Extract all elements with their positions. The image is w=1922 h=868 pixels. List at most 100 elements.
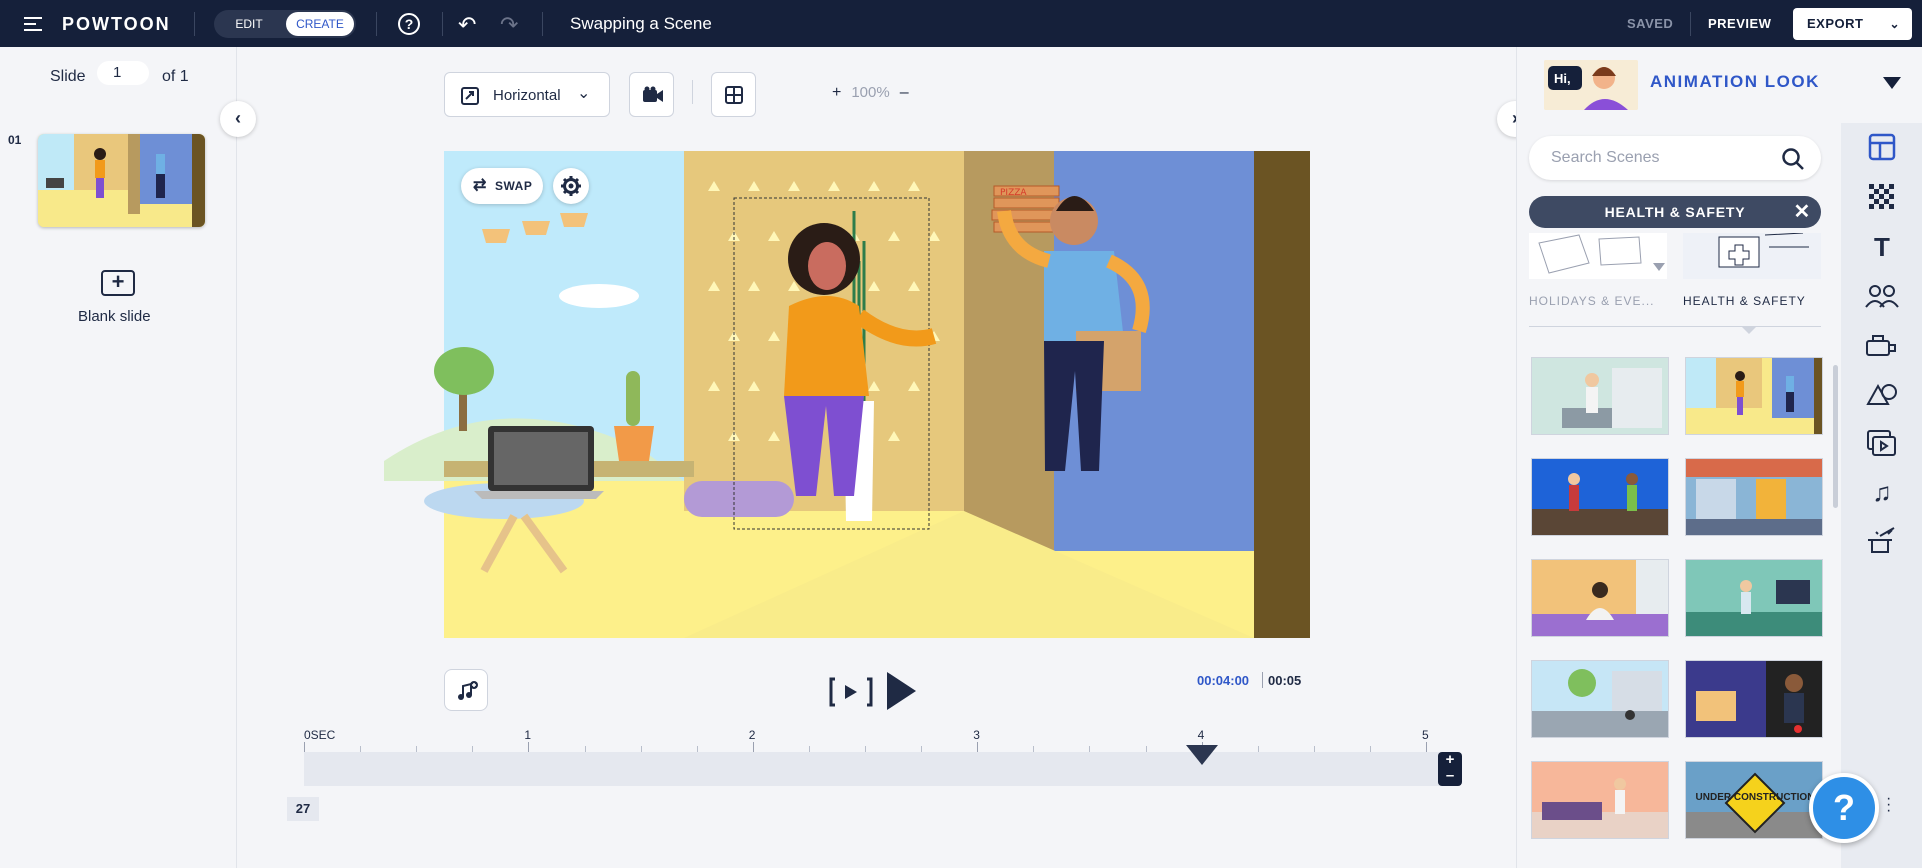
export-label: EXPORT	[1807, 16, 1864, 31]
scene-thumbnail[interactable]	[1685, 458, 1823, 536]
timeline-zoom-in-icon[interactable]: +	[1438, 752, 1462, 768]
animation-look-label[interactable]: ANIMATION LOOK	[1650, 72, 1820, 92]
scene-thumbnail-selected[interactable]	[1685, 357, 1823, 435]
scene-thumbnail[interactable]	[1531, 559, 1669, 637]
current-time: 00:04:00	[1197, 673, 1250, 688]
timeline-tick-label: 4	[1197, 728, 1205, 742]
edit-mode-button[interactable]: EDIT	[214, 10, 284, 38]
timeline-major-tick	[752, 742, 754, 752]
scene-thumbnail[interactable]	[1531, 357, 1669, 435]
scene-thumbnail[interactable]	[1531, 458, 1669, 536]
music-add-icon	[458, 681, 478, 700]
total-time: 00:05	[1268, 673, 1302, 688]
zoom-control: +100% –	[832, 84, 909, 102]
search-icon[interactable]	[1781, 147, 1805, 171]
timeline-zoom-control[interactable]: + –	[1438, 752, 1462, 786]
category-holidays-label[interactable]: HOLIDAYS & EVE...	[1529, 294, 1654, 308]
background-pattern-icon[interactable]	[1863, 179, 1901, 215]
add-music-button[interactable]	[444, 669, 488, 711]
text-icon[interactable]: T	[1863, 229, 1901, 265]
divider	[376, 12, 377, 36]
grid-icon	[725, 86, 743, 104]
shapes-icon[interactable]	[1863, 376, 1901, 412]
scene-thumbnail-image	[1686, 358, 1822, 434]
scene-thumbnail-image	[1532, 661, 1668, 737]
close-icon[interactable]: ✕	[1793, 196, 1811, 228]
orientation-icon	[461, 87, 479, 105]
scene-illustration: PIZZA	[384, 151, 1310, 638]
media-icon[interactable]	[1863, 425, 1901, 461]
category-health-safety-label[interactable]: HEALTH & SAFETY	[1683, 294, 1806, 308]
search-input[interactable]	[1551, 146, 1771, 170]
play-icon[interactable]	[884, 670, 918, 712]
playhead[interactable]	[1185, 745, 1218, 765]
divider	[1690, 12, 1691, 36]
magic-hat-icon[interactable]	[1863, 523, 1901, 559]
slides-panel: Slide 1 of 1 01 + Blank slide	[0, 47, 237, 868]
collapse-left-panel-button[interactable]: ‹	[220, 101, 256, 137]
timeline-tick-label: 1	[524, 728, 532, 742]
undo-icon[interactable]: ↶	[458, 12, 476, 38]
scene-thumbnail[interactable]: UNDER CONSTRUCTION	[1685, 761, 1823, 839]
scene-search[interactable]	[1529, 136, 1821, 180]
help-icon[interactable]: ?	[398, 13, 420, 35]
orientation-dropdown[interactable]: Horizontal ⌄	[444, 72, 610, 117]
divider	[1262, 672, 1263, 688]
timeline-track[interactable]	[304, 752, 1440, 786]
add-blank-slide-icon[interactable]: +	[101, 270, 135, 296]
scene-canvas[interactable]: PIZZA	[384, 151, 1310, 638]
animation-look-thumbnail[interactable]: Hi,	[1544, 60, 1638, 110]
slide-thumbnail[interactable]	[38, 134, 205, 227]
camera-button[interactable]	[629, 72, 674, 117]
gear-icon	[561, 176, 581, 196]
play-scene-icon[interactable]	[829, 675, 873, 709]
scene-thumbnail[interactable]	[1685, 559, 1823, 637]
timeline-tick-label: 3	[973, 728, 980, 742]
slide-index: 01	[8, 133, 22, 147]
preview-button[interactable]: PREVIEW	[1708, 16, 1771, 31]
create-mode-button[interactable]: CREATE	[286, 12, 354, 36]
swap-scene-button[interactable]: ⇄ SWAP	[461, 168, 543, 204]
document-title[interactable]: Swapping a Scene	[570, 14, 712, 34]
chevron-down-icon: ⌄	[577, 85, 591, 102]
scene-thumbnail-image	[1532, 358, 1668, 434]
app-logo[interactable]: POWTOON	[62, 14, 171, 35]
menu-icon[interactable]	[24, 17, 42, 31]
divider	[542, 12, 543, 36]
slide-number-input[interactable]: 1	[97, 61, 149, 85]
timeline-major-tick	[1426, 742, 1427, 752]
redo-icon[interactable]: ↷	[500, 12, 518, 38]
animation-look-image: Hi,	[1544, 60, 1638, 110]
slide-label: Slide	[50, 68, 86, 85]
active-filter-chip[interactable]: HEALTH & SAFETY ✕	[1529, 196, 1821, 228]
more-options-icon[interactable]: · · ·	[1886, 791, 1891, 819]
export-button[interactable]: EXPORT ⌄	[1793, 8, 1912, 40]
scene-settings-button[interactable]	[553, 168, 589, 204]
scene-thumbnail[interactable]	[1531, 660, 1669, 738]
timeline-zoom-out-icon[interactable]: –	[1438, 768, 1462, 784]
category-holidays[interactable]	[1529, 233, 1667, 279]
category-health-safety[interactable]	[1683, 233, 1821, 279]
mode-toggle[interactable]: EDIT CREATE	[214, 10, 356, 38]
top-bar: POWTOON EDIT CREATE ? ↶ ↷ Swapping a Sce…	[0, 0, 1922, 47]
chevron-down-icon: ⌄	[1889, 17, 1900, 31]
slide-thumbnail-image	[38, 134, 205, 227]
props-icon[interactable]	[1863, 327, 1901, 363]
scene-thumbnail-image	[1532, 762, 1668, 838]
help-button[interactable]: ?	[1809, 773, 1879, 843]
caret-down-icon[interactable]	[1883, 77, 1901, 89]
scene-thumbnail[interactable]	[1531, 761, 1669, 839]
divider	[442, 12, 443, 36]
swap-label: SWAP	[495, 179, 533, 193]
tool-rail: T ♫	[1841, 123, 1922, 868]
timeline-tick-label: 5	[1422, 728, 1429, 742]
layout-icon[interactable]	[1863, 129, 1901, 165]
scene-thumbnail[interactable]	[1685, 660, 1823, 738]
blank-slide-label[interactable]: Blank slide	[78, 308, 151, 325]
grid-button[interactable]	[711, 72, 756, 117]
characters-icon[interactable]	[1863, 278, 1901, 314]
music-icon[interactable]: ♫	[1863, 474, 1901, 510]
zoom-out-icon[interactable]: –	[900, 84, 909, 101]
zoom-in-icon[interactable]: +	[832, 84, 841, 101]
scenes-scrollbar[interactable]	[1833, 365, 1838, 508]
